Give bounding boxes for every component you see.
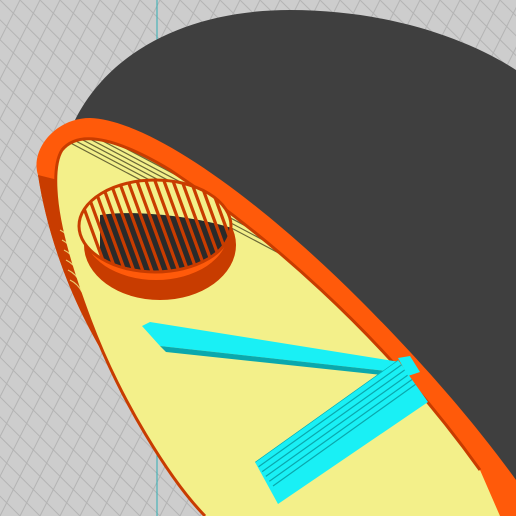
gcode-preview-canvas[interactable] bbox=[0, 0, 516, 516]
3d-preview-viewport[interactable] bbox=[0, 0, 516, 516]
